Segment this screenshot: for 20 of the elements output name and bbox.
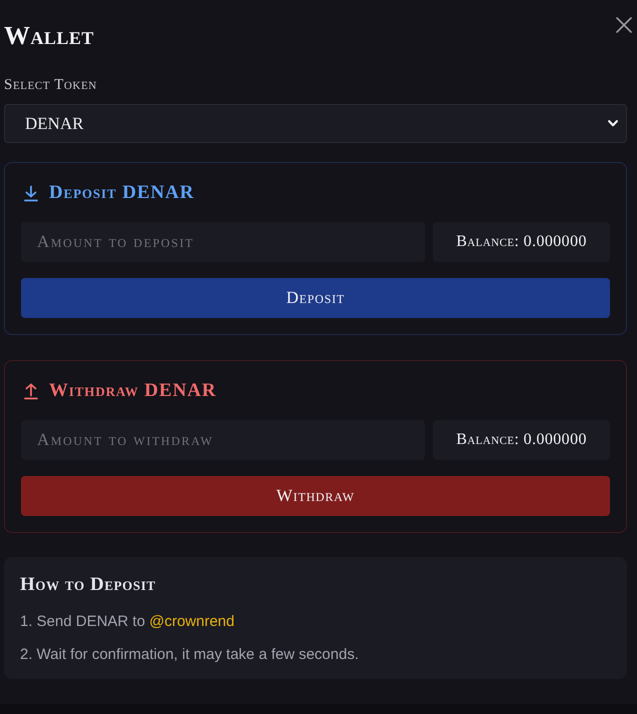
username-link[interactable]: @crownrend — [149, 613, 234, 630]
withdraw-button[interactable]: Withdraw — [21, 476, 610, 516]
field-label: Select Token — [4, 76, 98, 94]
balance-display: Balance: 0.000000 — [433, 420, 610, 460]
balance-display: Balance: 0.000000 — [433, 222, 610, 262]
download-icon — [23, 184, 39, 202]
chevron-down-icon — [608, 120, 618, 127]
instruction-step: 1. Send DENAR to @crownrend — [20, 611, 611, 632]
instruction-step: 2. Wait for confirmation, it may take a few seconds. — [20, 644, 611, 665]
instructions-title: How to Deposit — [20, 573, 157, 597]
close-button[interactable] — [615, 16, 633, 34]
section-title: Deposit DENAR — [49, 182, 194, 204]
dialog-title: Wallet — [4, 20, 94, 52]
upload-icon — [23, 382, 39, 400]
amount-input[interactable]: Amount to withdraw — [21, 420, 425, 460]
token-select[interactable]: DENAR — [4, 104, 627, 143]
deposit-button[interactable]: Deposit — [21, 278, 610, 318]
amount-input[interactable]: Amount to deposit — [21, 222, 425, 262]
section-title: Withdraw DENAR — [49, 380, 216, 402]
close-icon — [616, 17, 632, 33]
